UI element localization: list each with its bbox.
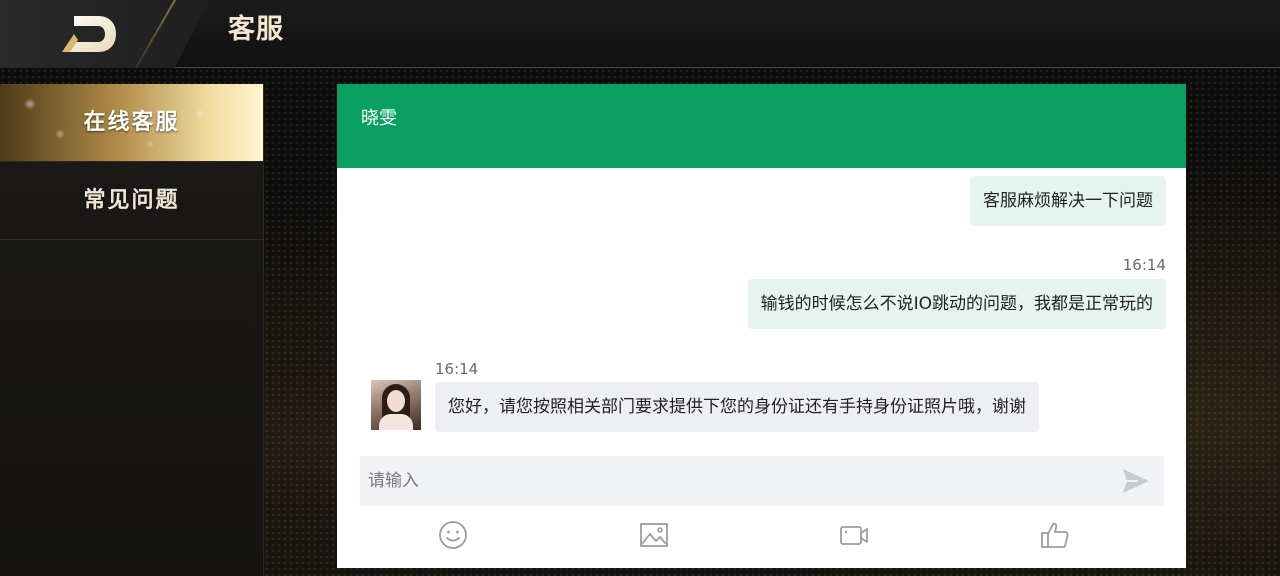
message-timestamp: 16:14 — [1122, 256, 1166, 274]
message-bubble-outgoing: 输钱的时候怎么不说IO跳动的问题，我都是正常玩的 — [747, 279, 1166, 329]
send-icon[interactable] — [1122, 468, 1150, 494]
avatar-face — [387, 390, 405, 412]
top-bar: 客服 — [0, 0, 1280, 68]
message-row: 您好，请您按照相关部门要求提供下您的身份证还有手持身份证照片哦，谢谢 — [435, 382, 1039, 432]
avatar-body — [379, 414, 413, 430]
message-bubble-outgoing: 客服麻烦解决一下问题 — [970, 176, 1166, 226]
back-button[interactable] — [0, 0, 210, 68]
message-row: 客服麻烦解决一下问题 — [970, 176, 1166, 226]
chat-toolbar — [337, 514, 1186, 558]
sidebar-item-label: 在线客服 — [83, 110, 180, 135]
message-row: 输钱的时候怎么不说IO跳动的问题，我都是正常玩的 — [747, 279, 1166, 329]
video-icon[interactable] — [839, 520, 869, 550]
chat-header: 晓雯 — [337, 84, 1186, 168]
agent-avatar[interactable] — [371, 380, 421, 430]
back-arrow-icon — [62, 16, 116, 52]
chat-panel: 晓雯 客服麻烦解决一下问题 16:14 输钱的时候怎么不说IO跳动的问题，我都是… — [337, 84, 1186, 568]
image-icon[interactable] — [639, 520, 669, 550]
sidebar-item-label: 常见问题 — [83, 188, 180, 213]
sidebar-item-faq[interactable]: 常见问题 — [0, 162, 263, 240]
agent-name: 晓雯 — [361, 108, 397, 129]
message-timestamp: 16:14 — [435, 360, 479, 378]
sidebar-item-online-service[interactable]: 在线客服 — [0, 84, 263, 162]
page-title: 客服 — [228, 14, 284, 45]
message-input[interactable] — [368, 456, 1108, 506]
message-input-bar — [360, 456, 1164, 506]
thumbs-up-icon[interactable] — [1040, 520, 1070, 550]
emoji-icon[interactable] — [438, 520, 468, 550]
sidebar: 在线客服 常见问题 — [0, 84, 264, 576]
message-bubble-incoming: 您好，请您按照相关部门要求提供下您的身份证还有手持身份证照片哦，谢谢 — [435, 382, 1039, 432]
